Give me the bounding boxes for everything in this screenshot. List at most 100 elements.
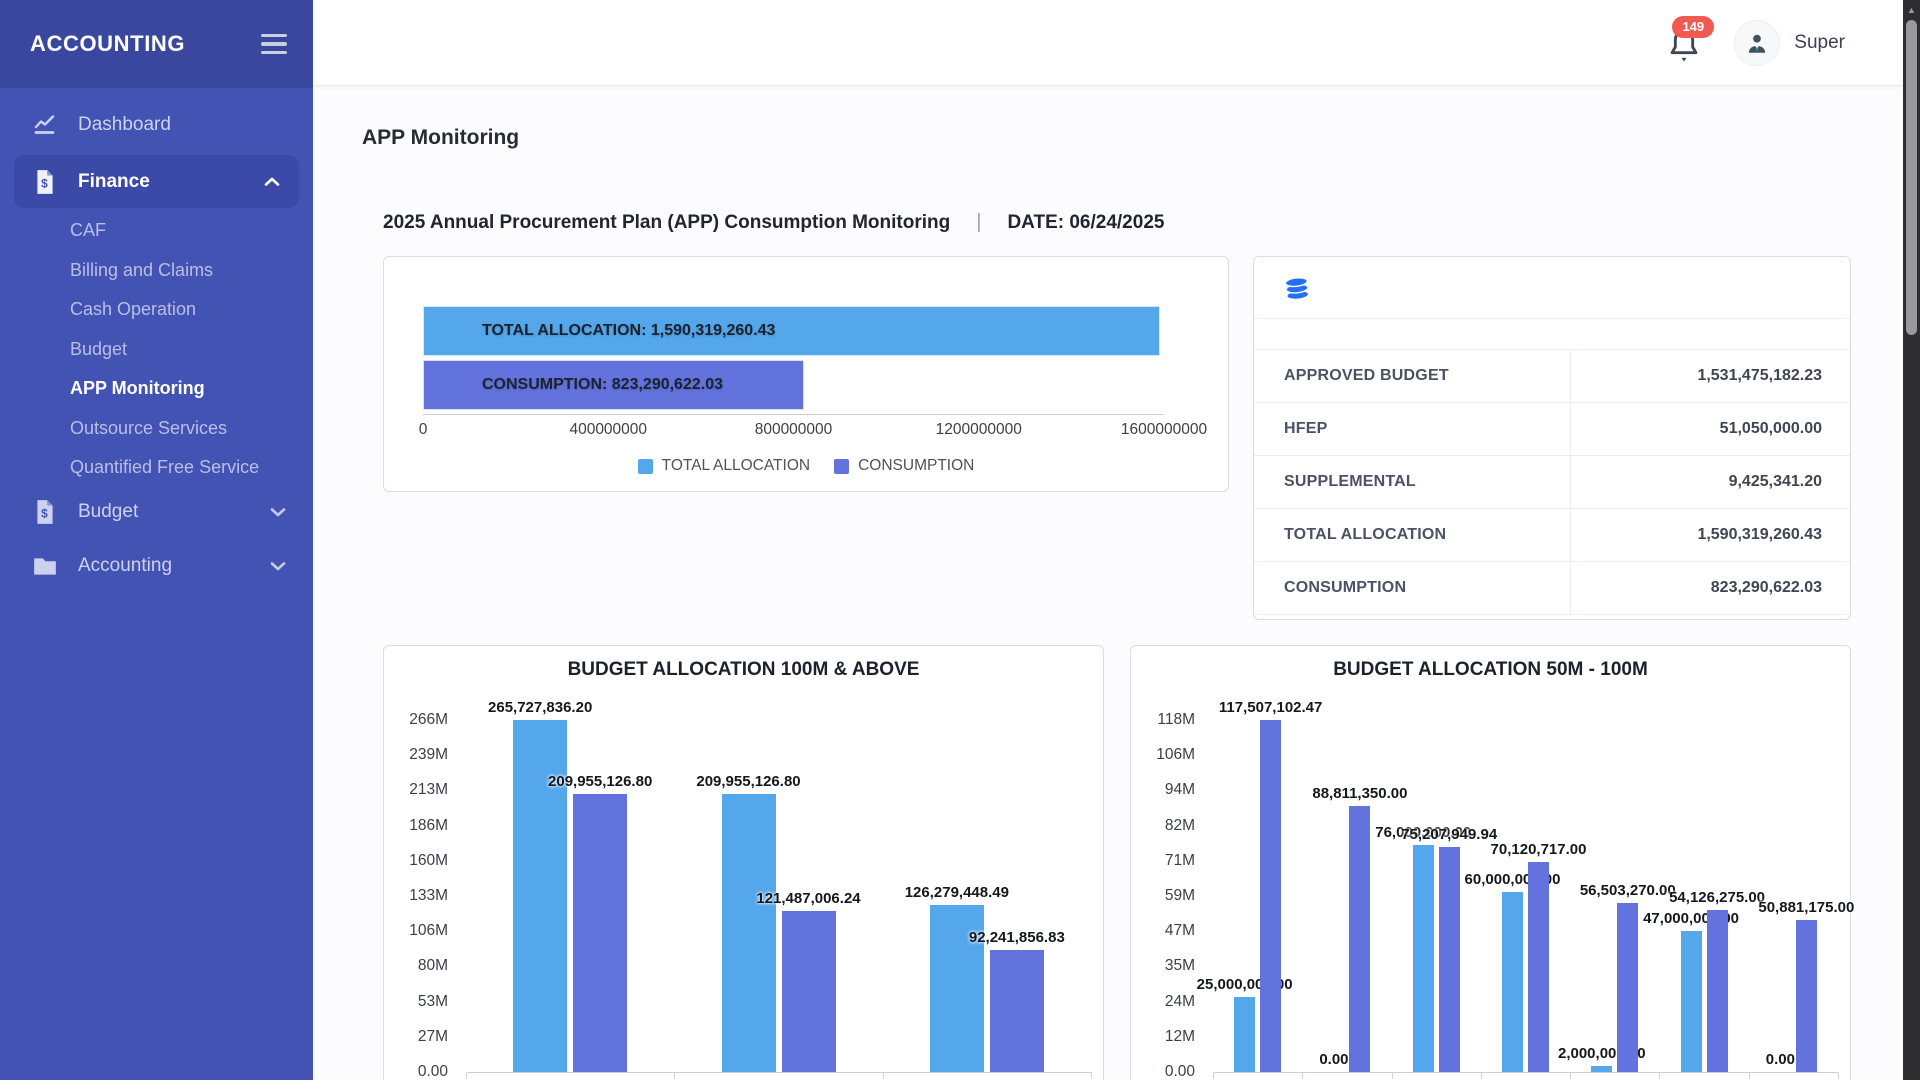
table-row-total-allocation: TOTAL ALLOCATION1,590,319,260.43 bbox=[1254, 509, 1850, 562]
chevron-down-icon bbox=[269, 560, 287, 572]
scrollbar-up-arrow[interactable]: ▲ bbox=[1903, 2, 1920, 18]
consumption-swatch bbox=[834, 459, 849, 474]
sidebar-item-label: Accounting bbox=[78, 555, 172, 577]
sidebar-subitem-billing-and-claims[interactable]: Billing and Claims bbox=[0, 251, 313, 291]
y-tick: 80M bbox=[388, 957, 448, 975]
consumption-value-label: 70,120,717.00 bbox=[1491, 841, 1587, 858]
sidebar: ACCOUNTING Dashboard $ Finance CAFBilling a… bbox=[0, 0, 313, 1080]
allocation-value-label: 209,955,126.80 bbox=[696, 773, 800, 790]
y-tick: 160M bbox=[388, 852, 448, 870]
sidebar-item-label: Budget bbox=[78, 501, 138, 523]
chart-100m-panel: BUDGET ALLOCATION 100M & ABOVE 0.0027M53… bbox=[383, 645, 1104, 1080]
bar-inline-label: TOTAL ALLOCATION: 1,590,319,260.43 bbox=[424, 322, 775, 340]
allocation-bar[interactable] bbox=[1591, 1066, 1612, 1072]
consumption-bar[interactable] bbox=[990, 950, 1044, 1072]
y-tick: 133M bbox=[388, 887, 448, 905]
sidebar-subitem-app-monitoring[interactable]: APP Monitoring bbox=[0, 369, 313, 409]
sidebar-subitem-quantified-free-service[interactable]: Quantified Free Service bbox=[0, 448, 313, 488]
consumption-bar[interactable] bbox=[1260, 720, 1281, 1072]
allocation-bar[interactable] bbox=[1234, 997, 1255, 1072]
sidebar-menu: Dashboard $ Finance CAFBilling and ClaimsCa… bbox=[0, 88, 313, 590]
sidebar-item-dashboard[interactable]: Dashboard bbox=[0, 101, 313, 149]
consumption-value-label: 121,487,006.24 bbox=[756, 890, 860, 907]
user-menu[interactable]: Super bbox=[1734, 20, 1845, 66]
allocation-value-label: 265,727,836.20 bbox=[488, 699, 592, 716]
allocation-bar[interactable] bbox=[1502, 892, 1523, 1072]
x-tick: 400000000 bbox=[569, 421, 647, 439]
allocation-value-label: 0.00 bbox=[1766, 1051, 1795, 1068]
scrollbar-thumb[interactable] bbox=[1906, 20, 1917, 335]
report-header: 2025 Annual Procurement Plan (APP) Consu… bbox=[383, 211, 1164, 234]
consumption-value-label: 117,507,102.47 bbox=[1219, 699, 1322, 716]
sidebar-header: ACCOUNTING bbox=[0, 0, 313, 88]
chevron-down-icon bbox=[269, 506, 287, 518]
notifications-button[interactable]: 149 bbox=[1664, 18, 1708, 68]
sidebar-submenu-finance: CAFBilling and ClaimsCash OperationBudge… bbox=[0, 210, 313, 488]
svg-text:$: $ bbox=[41, 176, 48, 190]
allocation-bar[interactable] bbox=[1413, 845, 1434, 1072]
sidebar-item-finance[interactable]: $ Finance bbox=[14, 155, 299, 208]
sidebar-item-accounting[interactable]: Accounting bbox=[0, 542, 313, 590]
allocation-bar[interactable] bbox=[722, 794, 776, 1072]
consumption-value-label: 209,955,126.80 bbox=[548, 773, 652, 790]
notification-badge: 149 bbox=[1672, 16, 1714, 38]
bar-inline-label: CONSUMPTION: 823,290,622.03 bbox=[424, 376, 723, 394]
consumption-bar[interactable] bbox=[782, 911, 836, 1072]
y-tick: 71M bbox=[1135, 852, 1195, 870]
coins-icon bbox=[1281, 273, 1316, 302]
user-icon bbox=[1744, 30, 1770, 56]
y-tick: 27M bbox=[388, 1028, 448, 1046]
x-tick: 1600000000 bbox=[1121, 421, 1207, 439]
legend-item-allocation: TOTAL ALLOCATION bbox=[638, 457, 810, 475]
category-separator bbox=[883, 1072, 884, 1079]
category-separator bbox=[466, 1072, 467, 1079]
consumption-bar[interactable] bbox=[1707, 910, 1728, 1072]
page-scrollbar[interactable]: ▲ bbox=[1903, 0, 1920, 1080]
y-tick: 53M bbox=[388, 993, 448, 1011]
y-tick: 118M bbox=[1135, 711, 1195, 729]
sidebar-subitem-caf[interactable]: CAF bbox=[0, 211, 313, 251]
consumption-bar[interactable] bbox=[1796, 920, 1817, 1072]
x-tick: 0 bbox=[419, 421, 428, 439]
hbar-plot[interactable]: TOTAL ALLOCATION: 1,590,319,260.43 CONSUM… bbox=[384, 257, 1228, 491]
row-value: 1,531,475,182.23 bbox=[1570, 367, 1850, 385]
consumption-value-label: 92,241,856.83 bbox=[969, 929, 1065, 946]
hamburger-menu-icon[interactable] bbox=[261, 34, 287, 55]
sidebar-item-label: Dashboard bbox=[78, 114, 171, 136]
table-row-consumption: CONSUMPTION823,290,622.03 bbox=[1254, 562, 1850, 615]
total-allocation-bar[interactable]: TOTAL ALLOCATION: 1,590,319,260.43 bbox=[423, 306, 1160, 356]
chart-50m-panel: BUDGET ALLOCATION 50M - 100M 0.0012M24M3… bbox=[1130, 645, 1851, 1080]
consumption-bar[interactable] bbox=[1349, 806, 1370, 1072]
budget-summary-panel: APPROVED BUDGET1,531,475,182.23HFEP51,05… bbox=[1253, 256, 1851, 620]
category-separator bbox=[1570, 1072, 1571, 1079]
consumption-bar[interactable] bbox=[573, 794, 627, 1072]
y-tick: 47M bbox=[1135, 922, 1195, 940]
chart-50m-plot[interactable]: 0.0012M24M35M47M59M71M82M94M106M118M25,0… bbox=[1131, 646, 1850, 1080]
consumption-bar[interactable] bbox=[1617, 903, 1638, 1072]
allocation-bar[interactable] bbox=[1681, 931, 1702, 1072]
chart-100m-plot[interactable]: 0.0027M53M80M106M133M160M186M213M239M266… bbox=[384, 646, 1103, 1080]
consumption-value-label: 56,503,270.00 bbox=[1580, 882, 1676, 899]
y-tick: 106M bbox=[388, 922, 448, 940]
category-separator bbox=[1749, 1072, 1750, 1079]
consumption-chart-panel: TOTAL ALLOCATION: 1,590,319,260.43 CONSUM… bbox=[383, 256, 1229, 492]
y-tick: 24M bbox=[1135, 993, 1195, 1011]
table-column-divider bbox=[1570, 350, 1571, 615]
row-label: HFEP bbox=[1254, 420, 1570, 438]
sidebar-subitem-budget[interactable]: Budget bbox=[0, 330, 313, 370]
sidebar-item-budget[interactable]: $Budget bbox=[0, 488, 313, 536]
consumption-value-label: 54,126,275.00 bbox=[1669, 889, 1765, 906]
topbar: 149 Super bbox=[313, 0, 1903, 86]
consumption-bar[interactable] bbox=[1528, 862, 1549, 1072]
consumption-value-label: 50,881,175.00 bbox=[1758, 899, 1854, 916]
y-tick: 0.00 bbox=[1135, 1063, 1195, 1080]
consumption-value-label: 75,207,949.94 bbox=[1401, 826, 1497, 843]
table-row-hfep: HFEP51,050,000.00 bbox=[1254, 403, 1850, 456]
consumption-bar[interactable] bbox=[1439, 847, 1460, 1072]
sidebar-subitem-outsource-services[interactable]: Outsource Services bbox=[0, 409, 313, 449]
row-value: 51,050,000.00 bbox=[1570, 420, 1850, 438]
sidebar-subitem-cash-operation[interactable]: Cash Operation bbox=[0, 290, 313, 330]
consumption-bar[interactable]: CONSUMPTION: 823,290,622.03 bbox=[423, 360, 804, 410]
sidebar-item-label: Finance bbox=[78, 171, 150, 193]
row-value: 9,425,341.20 bbox=[1570, 473, 1850, 491]
